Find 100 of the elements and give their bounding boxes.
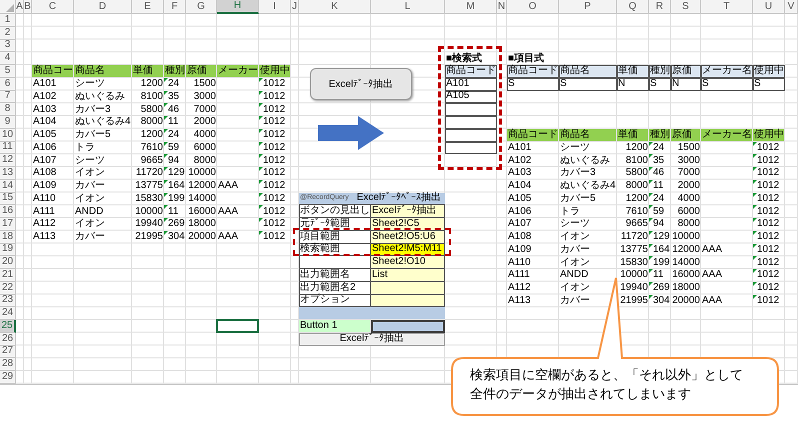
row-header[interactable]: 25 xyxy=(0,320,16,333)
form-value[interactable] xyxy=(371,282,445,294)
row-header[interactable]: 28 xyxy=(0,358,16,371)
row-header[interactable]: 22 xyxy=(0,282,16,294)
column-header[interactable]: V xyxy=(785,0,798,14)
triangle-icon xyxy=(649,282,653,286)
row-header[interactable]: 26 xyxy=(0,332,16,346)
table-cell: 1200 xyxy=(626,192,648,205)
column-header[interactable]: S xyxy=(671,0,701,14)
form-value[interactable]: Excelﾃﾞｰﾀ抽出 xyxy=(371,205,445,218)
row-header[interactable]: 13 xyxy=(0,167,16,180)
row-header[interactable]: 11 xyxy=(0,142,16,154)
table-cell: 24 xyxy=(653,192,664,205)
form-label: 元ﾃﾞｰﾀ範囲 xyxy=(299,218,371,231)
row-header[interactable]: 3 xyxy=(0,40,16,52)
table-cell: 1012 xyxy=(757,142,780,154)
column-header[interactable]: F xyxy=(164,0,186,14)
triangle-icon xyxy=(259,78,263,82)
column-header[interactable]: R xyxy=(649,0,671,14)
table-cell: 18000 xyxy=(672,282,700,294)
column-header[interactable]: I xyxy=(259,0,291,14)
form-header-title: Excelﾃﾞｰﾀﾍﾞｰｽ抽出 xyxy=(356,192,442,204)
row-header[interactable]: 6 xyxy=(0,78,16,90)
column-header[interactable]: H xyxy=(217,0,259,14)
triangle-icon xyxy=(164,230,168,235)
column-header[interactable]: A xyxy=(16,0,24,14)
run-button[interactable]: Excelﾃﾞｰﾀ抽出 xyxy=(299,332,445,346)
column-header[interactable]: U xyxy=(753,0,785,14)
row-header[interactable]: 7 xyxy=(0,90,16,104)
row-header[interactable]: 9 xyxy=(0,116,16,129)
column-header[interactable]: D xyxy=(74,0,132,14)
table-cell: A108 xyxy=(508,231,532,244)
row-header[interactable]: 18 xyxy=(0,230,16,244)
column-header[interactable]: M xyxy=(445,0,497,14)
form-value[interactable] xyxy=(371,294,445,308)
triangle-icon xyxy=(259,192,263,196)
row-header[interactable]: 10 xyxy=(0,128,16,142)
column-header[interactable]: L xyxy=(371,0,445,14)
column-heading: 使用中 xyxy=(753,65,785,78)
row-header[interactable]: 5 xyxy=(0,65,16,78)
row-header[interactable]: 15 xyxy=(0,192,16,206)
triangle-icon xyxy=(753,167,757,171)
form-value[interactable]: Sheet2!O5:U6 xyxy=(371,230,445,244)
table-cell: 1012 xyxy=(757,206,780,218)
row-header[interactable]: 21 xyxy=(0,269,16,282)
row-header[interactable]: 8 xyxy=(0,103,16,116)
form-label: 項目範囲 xyxy=(299,230,371,244)
row-header[interactable]: 20 xyxy=(0,256,16,269)
column-header[interactable]: G xyxy=(186,0,217,14)
table-cell: 304 xyxy=(168,231,185,244)
table-cell: 1012 xyxy=(263,90,286,103)
input-cell[interactable] xyxy=(445,142,497,154)
table-cell: カバー3 xyxy=(560,167,596,180)
form-value[interactable]: Sheet2!C5 xyxy=(371,218,445,231)
selected-cell-frame[interactable] xyxy=(216,319,259,333)
column-header[interactable]: N xyxy=(497,0,507,14)
link-cell[interactable] xyxy=(371,320,445,333)
row-header[interactable]: 14 xyxy=(0,180,16,192)
column-header[interactable]: K xyxy=(299,0,371,14)
row-header[interactable]: 29 xyxy=(0,371,16,384)
column-header[interactable]: E xyxy=(132,0,164,14)
table-cell: 1012 xyxy=(263,78,286,90)
row-header[interactable]: 16 xyxy=(0,205,16,218)
triangle-icon xyxy=(164,180,168,184)
row-header[interactable]: 23 xyxy=(0,294,16,308)
form-value[interactable]: List xyxy=(371,269,445,282)
column-header[interactable]: C xyxy=(32,0,74,14)
row-header[interactable]: 27 xyxy=(0,346,16,358)
row-header[interactable]: 2 xyxy=(0,26,16,40)
triangle-icon xyxy=(649,218,653,222)
row-header[interactable]: 4 xyxy=(0,52,16,65)
table-cell: カバー xyxy=(75,231,105,244)
column-header[interactable]: B xyxy=(24,0,32,14)
input-cell[interactable]: A105 xyxy=(445,90,497,104)
triangle-icon xyxy=(164,78,168,82)
table-cell: 13775 xyxy=(135,180,163,192)
table-cell: 20000 xyxy=(672,294,700,307)
row-header[interactable]: 19 xyxy=(0,244,16,256)
column-header[interactable]: Q xyxy=(617,0,649,14)
table-cell: AAA xyxy=(218,231,238,244)
triangle-icon xyxy=(753,192,757,196)
input-cell[interactable] xyxy=(445,128,497,142)
input-cell[interactable] xyxy=(445,103,497,116)
column-header[interactable]: T xyxy=(701,0,753,14)
column-header[interactable]: O xyxy=(507,0,559,14)
column-header[interactable]: P xyxy=(559,0,617,14)
row-header[interactable]: 12 xyxy=(0,154,16,167)
table-cell: 1012 xyxy=(263,129,286,142)
input-cell[interactable]: A101 xyxy=(445,78,497,90)
extract-button[interactable]: Excelﾃﾞｰﾀ抽出 xyxy=(310,68,412,100)
row-header[interactable]: 24 xyxy=(0,307,16,320)
input-cell[interactable] xyxy=(445,116,497,129)
form-value[interactable]: Sheet2!O10 xyxy=(371,256,445,269)
table-cell: A103 xyxy=(33,104,56,116)
table-cell: 199 xyxy=(168,192,185,205)
table-cell: A113 xyxy=(33,231,56,244)
row-header[interactable]: 1 xyxy=(0,14,16,27)
row-header[interactable]: 17 xyxy=(0,218,16,231)
triangle-icon xyxy=(753,154,757,158)
column-header[interactable]: J xyxy=(291,0,299,14)
